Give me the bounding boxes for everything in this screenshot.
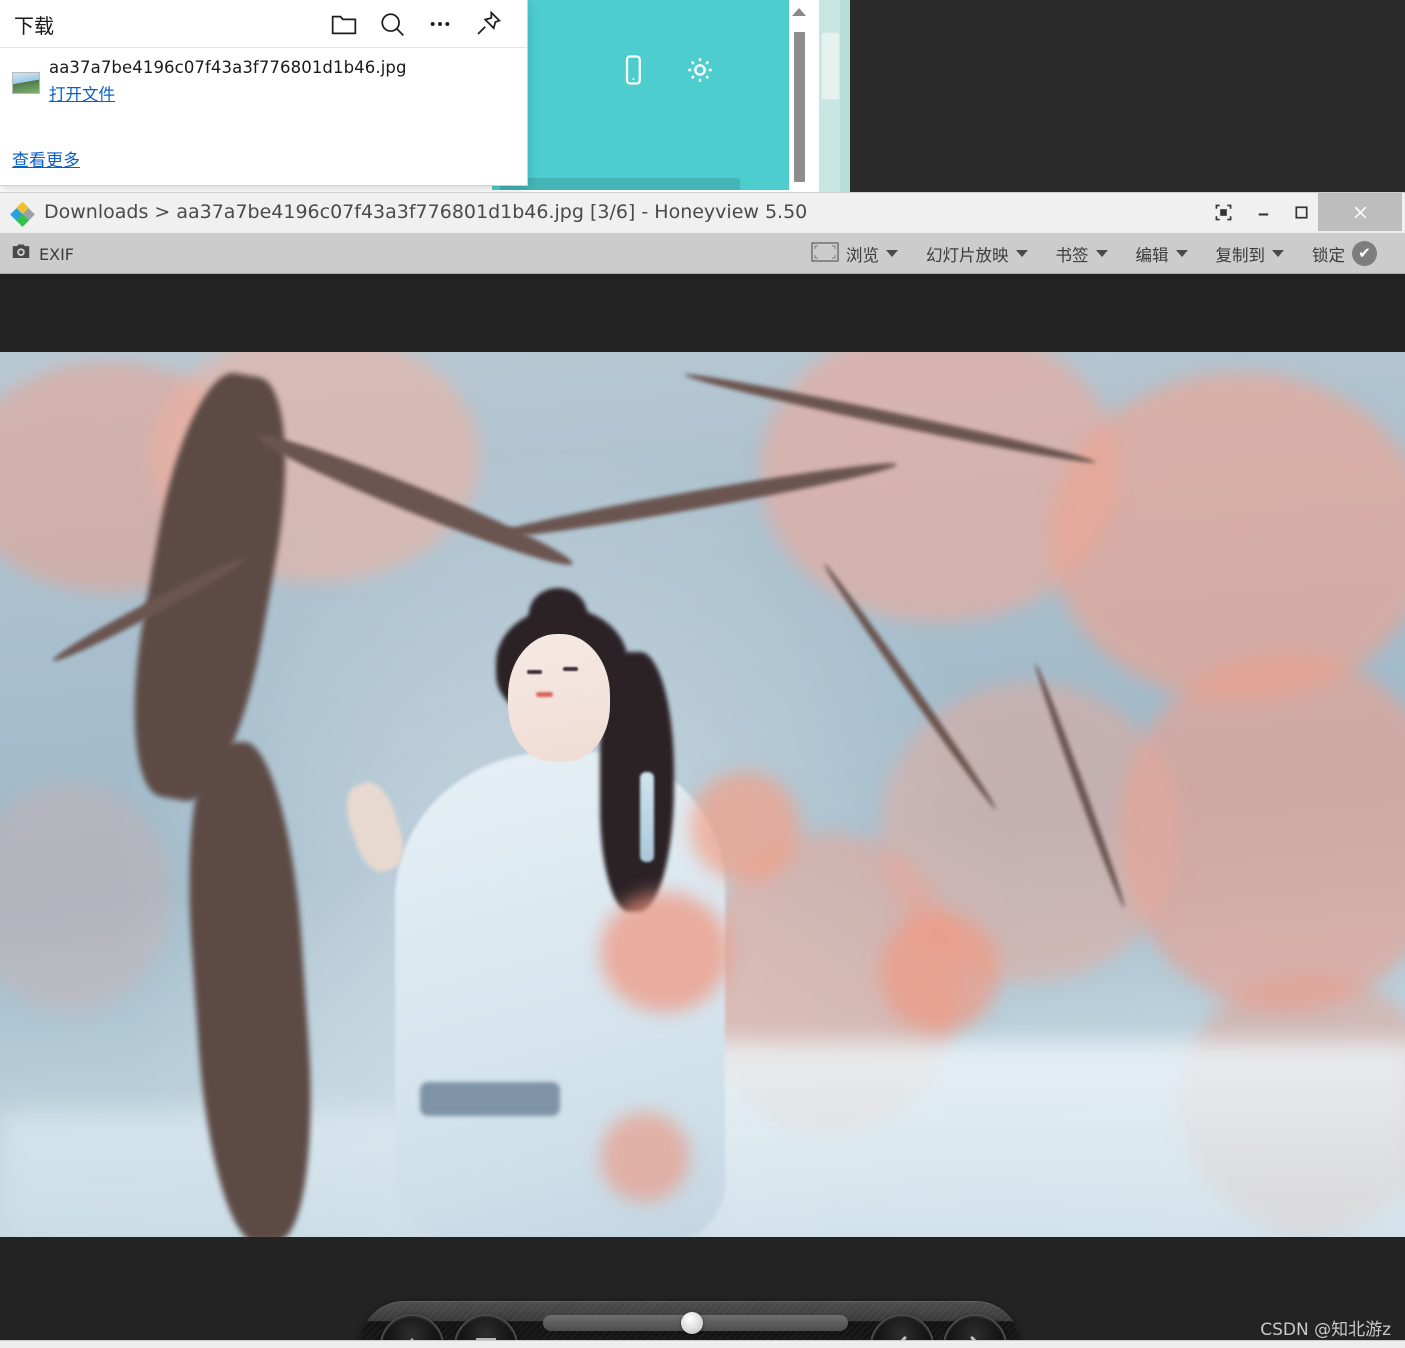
toolbar-menu-bookmark-label: 书签 <box>1055 245 1089 265</box>
scrollbar-thumb[interactable] <box>794 32 805 182</box>
blossom-cluster <box>600 1112 690 1202</box>
open-file-link[interactable]: 打开文件 <box>49 81 115 105</box>
page-side-card <box>821 32 840 100</box>
displayed-photo <box>0 352 1405 1237</box>
scroll-up-arrow-icon[interactable] <box>792 8 806 16</box>
download-filename: aa37a7be4196c07f43a3f776801d1b46.jpg <box>49 58 407 77</box>
desktop-background <box>850 0 1405 192</box>
honeyview-titlebar[interactable]: Downloads > aa37a7be4196c07f43a3f776801d… <box>0 192 1405 233</box>
teal-panel-footer-shadow <box>500 178 740 190</box>
chevron-down-icon <box>886 250 898 257</box>
page-side-column-2 <box>840 0 850 192</box>
figure-eye <box>563 667 578 671</box>
honeyview-statusbar <box>0 1340 1405 1348</box>
pin-icon[interactable] <box>472 8 504 40</box>
download-flyout-header: 下载 <box>0 0 527 48</box>
figure-hair <box>600 652 674 912</box>
blossom-cluster <box>690 772 800 882</box>
honeyview-window: Downloads > aa37a7be4196c07f43a3f776801d… <box>0 192 1405 1348</box>
more-icon[interactable] <box>424 8 456 40</box>
folder-icon[interactable] <box>328 8 360 40</box>
toolbar-menu-browse[interactable]: 浏览 <box>797 233 912 274</box>
gear-icon[interactable] <box>682 52 718 88</box>
window-title: Downloads > aa37a7be4196c07f43a3f776801d… <box>44 201 808 223</box>
chevron-down-icon <box>1015 250 1028 257</box>
check-circle-icon: ✔ <box>1352 241 1377 266</box>
download-list-item[interactable]: aa37a7be4196c07f43a3f776801d1b46.jpg 打开文… <box>0 48 527 130</box>
watermark-text: CSDN @知北游z <box>1260 1320 1391 1340</box>
page-scrollbar[interactable] <box>789 0 809 192</box>
honeyview-toolbar: EXIF 浏览 幻灯片放映 书签 编辑 复制到 锁定 ✔ <box>0 233 1405 274</box>
chevron-down-icon <box>1175 250 1188 257</box>
camera-icon <box>10 241 32 267</box>
honeyview-logo-icon <box>10 201 36 228</box>
teal-content-panel <box>492 0 789 190</box>
blossom-cluster <box>1050 372 1405 702</box>
toolbar-menu-copy-to[interactable]: 复制到 <box>1202 233 1299 274</box>
toolbar-menu-copy-to-label: 复制到 <box>1215 245 1266 265</box>
figure-eye <box>527 670 542 674</box>
snow-ground <box>700 1042 1405 1237</box>
image-position-slider[interactable] <box>543 1312 848 1334</box>
slider-thumb[interactable] <box>681 1312 703 1334</box>
blossom-cluster <box>0 782 170 1012</box>
toolbar-menu-lock[interactable]: 锁定 ✔ <box>1298 233 1391 274</box>
phone-icon[interactable] <box>615 52 651 88</box>
exif-button[interactable]: EXIF <box>10 241 74 267</box>
toolbar-menu-edit[interactable]: 编辑 <box>1122 233 1202 274</box>
toolbar-menu-lock-label: 锁定 <box>1312 245 1345 265</box>
see-more-link[interactable]: 查看更多 <box>12 146 80 171</box>
toolbar-menu-slideshow-label: 幻灯片放映 <box>926 245 1009 265</box>
toolbar-menu-browse-label: 浏览 <box>846 245 879 265</box>
chevron-down-icon <box>1095 250 1108 257</box>
toolbar-menu-bookmark[interactable]: 书签 <box>1042 233 1122 274</box>
download-flyout-panel: 下载 aa37a7be4196c07f43a3f776801d1b46.jpg … <box>0 0 528 186</box>
search-icon[interactable] <box>376 8 408 40</box>
figure-lips <box>536 692 553 697</box>
toolbar-menu-group: 浏览 幻灯片放映 书签 编辑 复制到 锁定 ✔ <box>797 233 1391 274</box>
toolbar-menu-edit-label: 编辑 <box>1135 245 1169 265</box>
figure-sash <box>420 1082 560 1116</box>
figure-hair-bun <box>529 588 587 640</box>
browse-frame-icon <box>811 241 839 266</box>
screen-root: 下载 aa37a7be4196c07f43a3f776801d1b46.jpg … <box>0 0 1405 1348</box>
exif-label: EXIF <box>39 244 74 264</box>
blossom-cluster <box>600 892 730 1012</box>
figure-hair-tassel <box>640 772 654 862</box>
figure-face <box>508 634 610 762</box>
close-button[interactable] <box>1318 193 1402 231</box>
figure-arm <box>339 777 411 877</box>
page-gutter-left <box>809 0 819 192</box>
toolbar-menu-slideshow[interactable]: 幻灯片放映 <box>912 233 1042 274</box>
image-thumbnail-icon <box>12 72 40 94</box>
blossom-cluster <box>880 912 1000 1032</box>
image-viewer-canvas[interactable]: + − 锁定 <box>0 274 1405 1348</box>
download-flyout-title: 下载 <box>14 14 54 38</box>
chevron-down-icon <box>1272 250 1284 257</box>
